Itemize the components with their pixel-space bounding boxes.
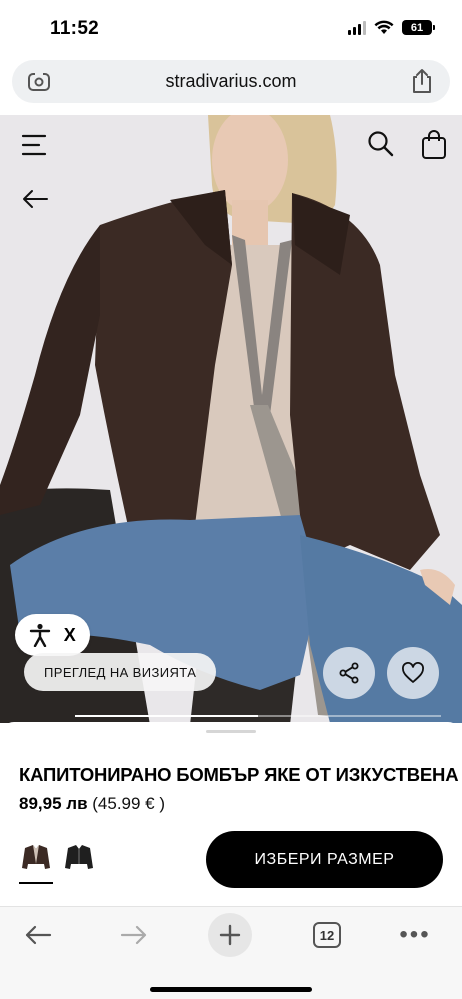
plus-icon bbox=[219, 924, 241, 946]
product-info-sheet: КАПИТОНИРАНО БОМБЪР ЯКЕ ОТ ИЗКУСТВЕНА ..… bbox=[0, 722, 462, 912]
status-time: 11:52 bbox=[50, 18, 100, 39]
price: 89,95 лв bbox=[19, 794, 88, 813]
heart-icon bbox=[402, 662, 424, 683]
shopping-bag-icon[interactable] bbox=[420, 129, 448, 161]
new-tab-button[interactable] bbox=[208, 913, 252, 957]
price-euro: (45.99 € ) bbox=[92, 794, 166, 813]
status-bar: 11:52 61 bbox=[0, 0, 462, 58]
accessibility-close-button[interactable]: X bbox=[64, 625, 76, 646]
sheet-grabber[interactable] bbox=[206, 730, 256, 733]
image-carousel-progress bbox=[75, 715, 441, 717]
battery-level: 61 bbox=[410, 21, 424, 34]
arrow-right-icon bbox=[120, 925, 147, 945]
accessibility-person-icon[interactable] bbox=[29, 623, 51, 647]
url-text[interactable]: stradivarius.com bbox=[12, 71, 450, 92]
status-icons: 61 bbox=[348, 20, 435, 35]
carousel-progress-fill bbox=[75, 715, 258, 717]
arrow-left-icon[interactable] bbox=[20, 187, 50, 211]
hamburger-menu-icon[interactable] bbox=[20, 131, 48, 159]
battery-icon: 61 bbox=[402, 20, 435, 35]
selected-swatch-indicator bbox=[19, 882, 53, 884]
tabs-count: 12 bbox=[319, 927, 335, 943]
cellular-signal-icon bbox=[348, 20, 366, 35]
address-bar[interactable]: stradivarius.com bbox=[12, 60, 450, 103]
product-image[interactable]: X ПРЕГЛЕД НА ВИЗИЯТА bbox=[0, 115, 462, 723]
share-button[interactable] bbox=[323, 647, 375, 699]
home-indicator bbox=[150, 987, 312, 992]
browser-back-button[interactable] bbox=[18, 917, 58, 953]
share-icon[interactable] bbox=[410, 68, 434, 95]
more-icon[interactable]: ••• bbox=[395, 917, 435, 953]
product-title[interactable]: КАПИТОНИРАНО БОМБЪР ЯКЕ ОТ ИЗКУСТВЕНА ..… bbox=[19, 764, 462, 786]
visit-view-chip[interactable]: ПРЕГЛЕД НА ВИЗИЯТА bbox=[24, 653, 217, 691]
arrow-left-icon bbox=[25, 925, 52, 945]
share-nodes-icon bbox=[339, 662, 359, 684]
favorite-button[interactable] bbox=[387, 647, 439, 699]
search-icon[interactable] bbox=[366, 129, 396, 159]
select-size-button[interactable]: ИЗБЕРИ РАЗМЕР bbox=[206, 831, 443, 888]
price-row: 89,95 лв (45.99 € ) bbox=[19, 794, 165, 814]
wifi-icon bbox=[374, 20, 394, 34]
tabs-icon: 12 bbox=[313, 922, 341, 948]
tabs-button[interactable]: 12 bbox=[311, 917, 343, 953]
browser-forward-button[interactable] bbox=[114, 917, 154, 953]
color-swatch-brown[interactable] bbox=[19, 840, 53, 874]
browser-toolbar: 12 ••• bbox=[0, 906, 462, 999]
color-swatch-black[interactable] bbox=[62, 840, 96, 874]
accessibility-widget[interactable]: X bbox=[15, 614, 90, 656]
